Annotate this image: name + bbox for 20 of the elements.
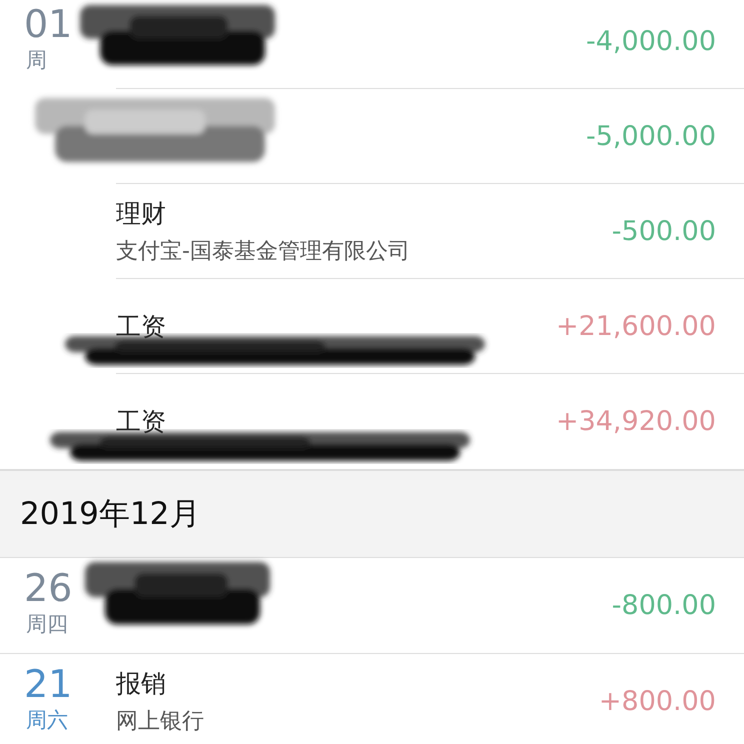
category-label: 理财 <box>116 198 167 230</box>
day-number: 01 <box>24 2 72 48</box>
amount-label: +800.00 <box>598 686 716 717</box>
amount-label: -5,000.00 <box>586 120 716 152</box>
weekday-label: 周四 <box>26 611 68 638</box>
amount-label: +34,920.00 <box>556 406 716 437</box>
amount-label: -800.00 <box>612 590 716 621</box>
category-label: 工资 <box>116 406 167 438</box>
day-number: 26 <box>24 566 72 612</box>
amount-label: +21,600.00 <box>556 310 716 342</box>
payee-label: 网上银行 <box>116 708 205 736</box>
weekday-label: 周六 <box>26 707 68 734</box>
amount-label: -4,000.00 <box>586 26 716 56</box>
amount-label: -500.00 <box>612 216 716 246</box>
month-header: 2019年12月 <box>20 495 200 534</box>
category-label: 报销 <box>116 668 167 700</box>
payee-label: 支付宝-国泰基金管理有限公司 <box>116 238 411 266</box>
day-number: 21 <box>24 662 72 708</box>
category-label: 工资 <box>116 310 167 342</box>
weekday-label: 周 <box>26 47 47 74</box>
